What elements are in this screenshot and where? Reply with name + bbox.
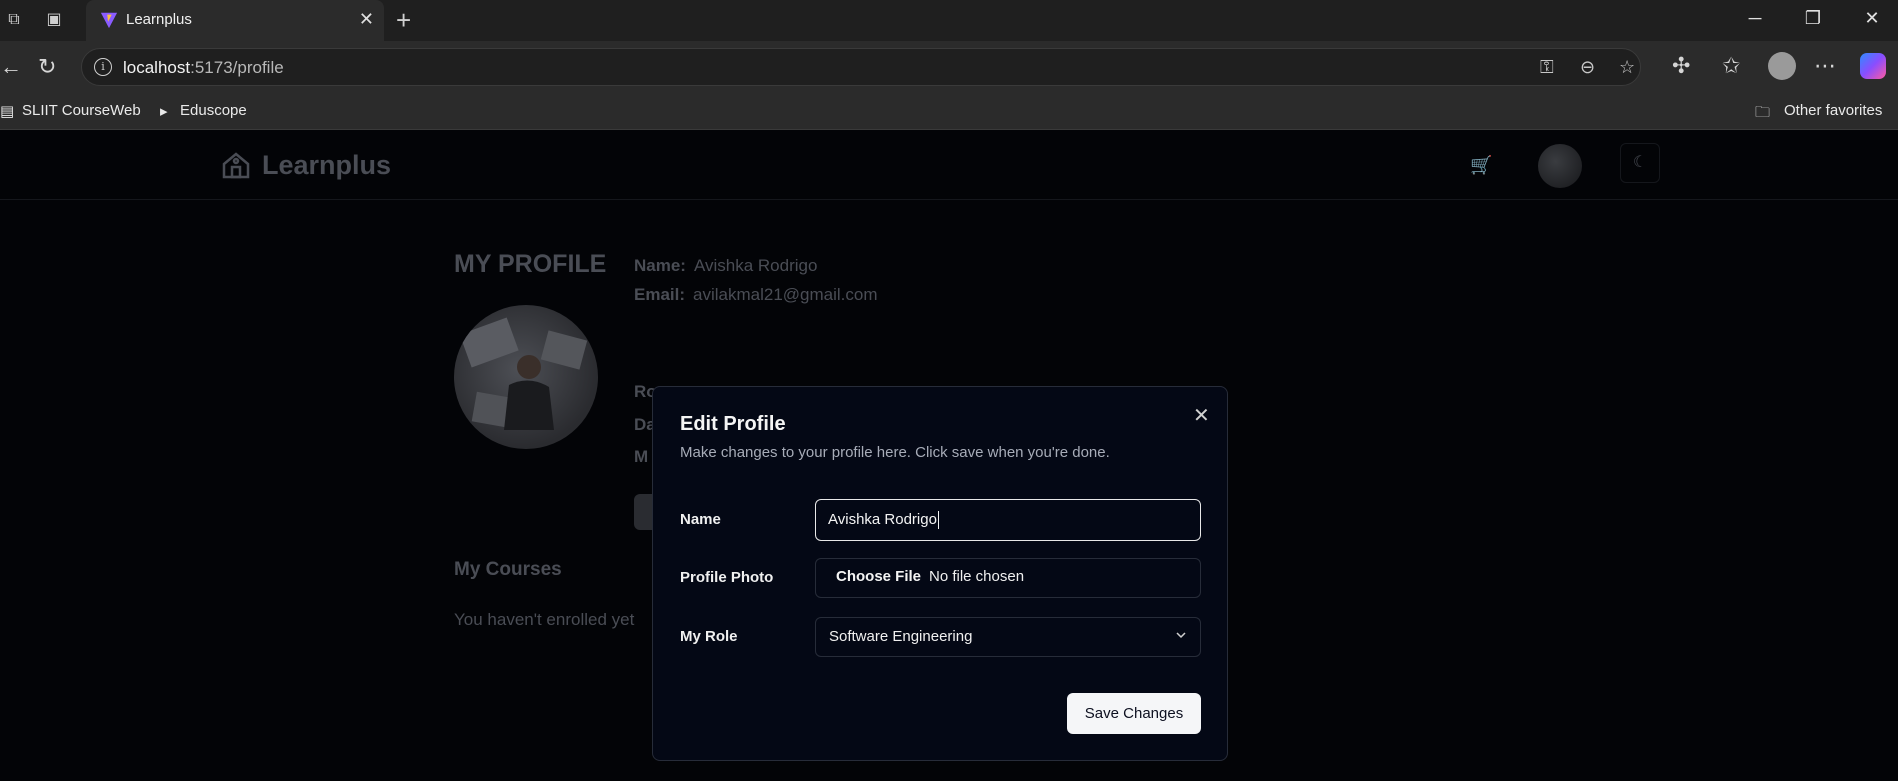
profile-avatar — [454, 305, 598, 449]
user-avatar[interactable] — [1538, 144, 1582, 188]
more-menu-icon[interactable]: ⋯ — [1814, 53, 1836, 79]
profile-email-line: Email: avilakmal21@gmail.com — [634, 285, 878, 304]
address-bar[interactable]: i localhost:5173/profile ⚿ ⊖ ☆ — [81, 48, 1641, 86]
reload-icon[interactable]: ↻ — [38, 54, 56, 80]
browser-profile-avatar[interactable] — [1768, 52, 1796, 80]
vite-favicon-icon — [100, 12, 118, 29]
url-text: localhost:5173/profile — [123, 58, 284, 77]
dialog-title: Edit Profile — [680, 413, 786, 435]
my-courses-title: My Courses — [454, 559, 562, 580]
text-caret — [937, 511, 939, 530]
close-icon[interactable]: ✕ — [1193, 403, 1210, 428]
back-icon[interactable]: ← — [0, 54, 22, 80]
role-label: My Role — [680, 628, 738, 645]
folder-icon: 🗀 — [1755, 104, 1771, 121]
profile-name-line: Name: Avishka Rodrigo — [634, 256, 818, 275]
profile-photo-file-input[interactable]: Choose File No file chosen — [815, 558, 1201, 598]
window-close-icon[interactable]: ✕ — [1857, 8, 1887, 29]
name-label: Name — [680, 511, 721, 528]
tab-close-icon[interactable]: ✕ — [359, 9, 374, 30]
browser-tab-bar: ⧉ ▣ Learnplus ✕ + ─ ❐ ✕ — [0, 0, 1898, 41]
logo-home-icon — [222, 152, 250, 179]
zoom-icon[interactable]: ⊖ — [1580, 57, 1595, 78]
bookmark-icon: ▤ — [0, 103, 15, 120]
profile-photo-label: Profile Photo — [680, 569, 774, 586]
address-bar-row: ← ↻ i localhost:5173/profile ⚿ ⊖ ☆ ✣ ✩ ⋯ — [0, 41, 1898, 93]
profile-photo-icon — [459, 317, 588, 430]
dialog-description: Make changes to your profile here. Click… — [680, 444, 1110, 461]
copilot-icon[interactable] — [1860, 53, 1886, 79]
favorite-star-icon[interactable]: ☆ — [1619, 57, 1635, 78]
chevron-down-icon — [1176, 632, 1186, 639]
extensions-icon[interactable]: ✣ — [1672, 53, 1690, 79]
site-logo-text[interactable]: Learnplus — [262, 150, 391, 181]
role-select[interactable]: Software Engineering — [815, 617, 1201, 657]
name-input[interactable]: Avishka Rodrigo — [815, 499, 1201, 541]
new-tab-icon[interactable]: + — [396, 6, 411, 34]
tab-title: Learnplus — [126, 11, 192, 28]
save-changes-button[interactable]: Save Changes — [1067, 693, 1201, 734]
minimize-icon[interactable]: ─ — [1740, 8, 1770, 29]
bookmark-eduscope[interactable]: Eduscope — [180, 102, 247, 119]
browser-tab[interactable]: Learnplus ✕ — [86, 0, 384, 41]
role-select-value: Software Engineering — [829, 628, 973, 645]
courses-empty-text: You haven't enrolled yet — [454, 610, 635, 629]
edit-profile-dialog: ✕ Edit Profile Make changes to your prof… — [652, 386, 1228, 761]
site-info-icon[interactable]: i — [94, 58, 112, 76]
bookmarks-bar: ▤ SLIIT CourseWeb ▸ Eduscope 🗀 Other fav… — [0, 93, 1898, 130]
site-header: Learnplus 🛒 ☾ — [0, 130, 1898, 200]
restore-icon[interactable]: ❐ — [1798, 8, 1828, 29]
favorites-icon[interactable]: ✩ — [1722, 53, 1740, 79]
choose-file-button[interactable]: Choose File — [836, 568, 921, 585]
cart-icon[interactable]: 🛒 — [1470, 155, 1492, 176]
file-status-text: No file chosen — [929, 568, 1025, 585]
page-title: MY PROFILE — [454, 250, 607, 278]
bookmark-sliit[interactable]: SLIIT CourseWeb — [22, 102, 141, 119]
tab-actions-icon[interactable]: ▣ — [44, 10, 64, 30]
other-favorites[interactable]: Other favorites — [1784, 102, 1882, 119]
workspaces-icon[interactable]: ⧉ — [4, 10, 24, 30]
folder-arrow-icon: ▸ — [160, 103, 168, 120]
password-key-icon[interactable]: ⚿ — [1540, 57, 1554, 78]
theme-toggle-moon-icon[interactable]: ☾ — [1620, 143, 1660, 183]
